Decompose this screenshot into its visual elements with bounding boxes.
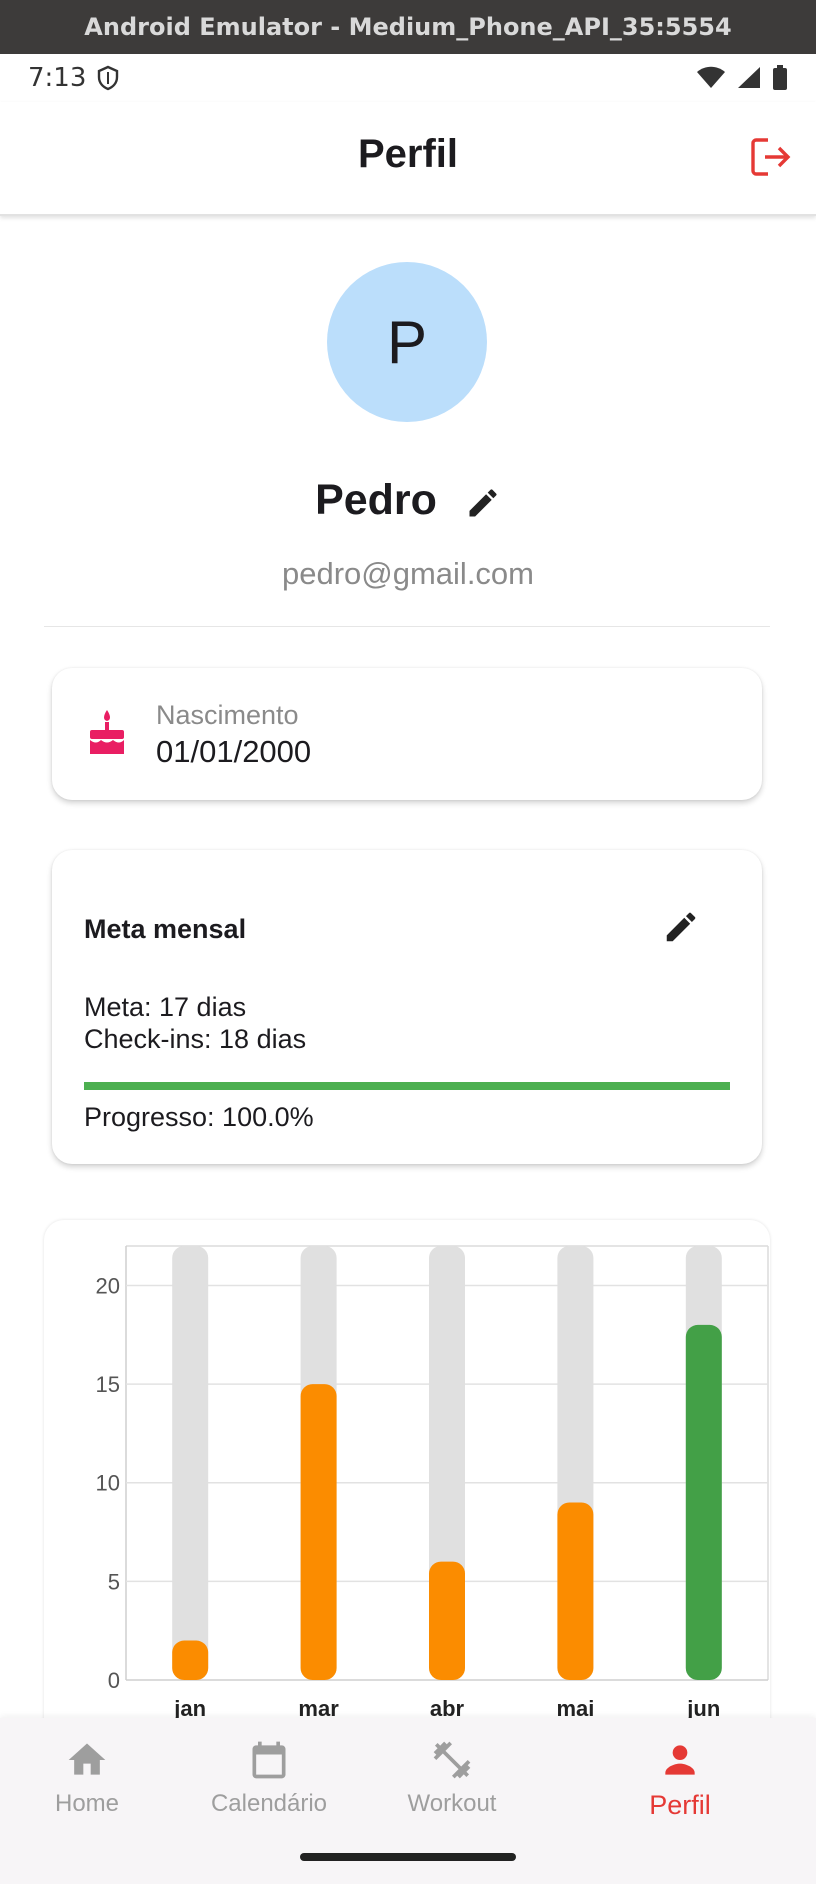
nav-label-profile: Perfil — [649, 1790, 711, 1820]
checkins-bar-chart: 05101520jan mar abr mai jun — [96, 1245, 769, 1721]
gesture-home-indicator[interactable] — [300, 1853, 516, 1861]
checkins-days-text: Check-ins: 18 dias — [84, 1024, 307, 1054]
profile-email: pedro@gmail.com — [281, 556, 534, 591]
emulator-title-bar: Android Emulator - Medium_Phone_API_35:5… — [0, 0, 816, 54]
bar-mai — [557, 1502, 594, 1680]
avatar: P — [327, 262, 487, 422]
nav-item-profile[interactable]: Perfil — [590, 1738, 770, 1838]
nav-item-home[interactable]: Home — [0, 1738, 177, 1838]
nav-label-home: Home — [54, 1790, 120, 1817]
birth-label: Nascimento — [156, 700, 299, 730]
emulator-title: Android Emulator - Medium_Phone_API_35:5… — [84, 13, 732, 41]
monthly-goal-card: Meta mensal Meta: 17 dias Check-ins: 18 … — [52, 850, 762, 1164]
shield-icon — [98, 65, 119, 91]
wifi-icon — [697, 66, 725, 88]
birth-card: Nascimento 01/01/2000 — [52, 668, 762, 800]
edit-goal-icon[interactable] — [662, 908, 700, 946]
status-bar: 7:13 — [0, 54, 816, 102]
battery-icon — [773, 65, 787, 90]
checkins-chart-card: 0 5 10 15 20 jan mar abr mai jun — [44, 1220, 770, 1740]
y-tick-label: 15 — [96, 1372, 120, 1397]
y-tick-label: 0 — [108, 1668, 120, 1693]
bar-jan — [172, 1640, 209, 1680]
calendar-icon — [252, 1741, 286, 1779]
birth-value: 01/01/2000 — [156, 734, 312, 769]
cake-icon — [90, 710, 124, 754]
nav-item-calendar[interactable]: Calendário — [179, 1738, 359, 1838]
nav-label-calendar: Calendário — [210, 1790, 328, 1817]
goal-progress-bar — [84, 1082, 730, 1090]
nav-item-workout[interactable]: Workout — [362, 1738, 542, 1838]
goal-progress-fill — [84, 1082, 730, 1090]
divider — [44, 626, 770, 627]
monthly-goal-title: Meta mensal — [84, 914, 247, 944]
app-bar: Perfil — [0, 102, 816, 216]
y-tick-label: 10 — [96, 1471, 120, 1496]
logout-icon[interactable] — [748, 134, 794, 180]
status-time: 7:13 — [28, 63, 87, 93]
page-title: Perfil — [357, 132, 459, 176]
avatar-initial: P — [386, 308, 428, 376]
profile-name: Pedro — [315, 475, 437, 524]
profile-name-row: Pedro — [0, 470, 816, 530]
edit-name-icon[interactable] — [465, 485, 501, 521]
bar-jun — [685, 1324, 722, 1680]
person-icon — [665, 1745, 695, 1775]
goal-days-text: Meta: 17 dias — [84, 992, 247, 1022]
goal-progress-text: Progresso: 100.0% — [84, 1102, 314, 1132]
bar-abr — [429, 1561, 465, 1680]
home-icon — [68, 1743, 106, 1775]
y-tick-label: 20 — [96, 1273, 120, 1298]
signal-icon — [738, 67, 760, 88]
bar-track — [172, 1246, 209, 1680]
nav-label-workout: Workout — [407, 1790, 497, 1817]
y-tick-label: 5 — [108, 1569, 120, 1594]
dumbbell-icon — [433, 1741, 471, 1779]
bar-mar — [300, 1384, 337, 1680]
